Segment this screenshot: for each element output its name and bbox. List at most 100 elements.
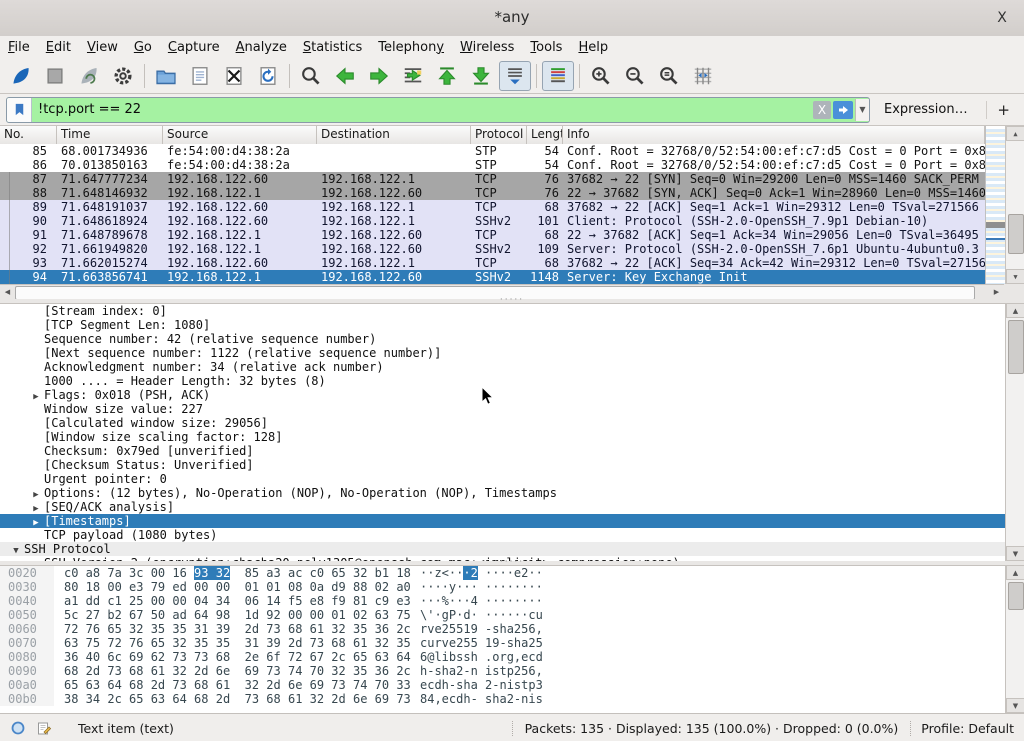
packet-row[interactable]: 8670.013850163fe:54:00:d4:38:2aSTP54Conf…	[0, 158, 985, 172]
menu-edit[interactable]: Edit	[38, 38, 79, 57]
packet-row[interactable]: 9071.648618924192.168.122.60192.168.122.…	[0, 214, 985, 228]
hex-row[interactable]: 009068 2d 73 68 61 32 2d 6e 69 73 74 70 …	[0, 664, 1024, 678]
menu-capture[interactable]: Capture	[160, 38, 228, 57]
scroll-up-icon[interactable]: ▲	[1006, 126, 1024, 141]
expert-info-icon[interactable]	[10, 720, 26, 736]
detail-row[interactable]: Acknowledgment number: 34 (relative ack …	[0, 360, 1005, 374]
menu-file[interactable]: File	[0, 38, 38, 57]
scroll-down-icon[interactable]: ▼	[1006, 546, 1024, 561]
colorize-icon[interactable]	[542, 61, 574, 91]
auto-scroll-icon[interactable]	[499, 61, 531, 91]
zoom-in-icon[interactable]	[585, 61, 617, 91]
details-scrollbar[interactable]: ▲ ▼	[1005, 303, 1024, 561]
filter-bookmark-icon[interactable]	[7, 98, 32, 122]
hex-row[interactable]: 0040a1 dd c1 25 00 00 04 34 06 14 f5 e8 …	[0, 594, 1024, 608]
hscroll-thumb[interactable]	[15, 286, 975, 300]
hex-row[interactable]: 007063 75 72 76 65 32 35 35 31 39 2d 73 …	[0, 636, 1024, 650]
menu-view[interactable]: View	[79, 38, 126, 57]
scroll-thumb[interactable]	[1008, 214, 1024, 254]
detail-row[interactable]: Window size value: 227	[0, 402, 1005, 416]
column-header-info[interactable]: Info	[563, 126, 985, 144]
last-packet-icon[interactable]	[465, 61, 497, 91]
detail-row[interactable]: [Stream index: 0]	[0, 304, 1005, 318]
scroll-down-icon[interactable]: ▼	[1006, 269, 1024, 284]
display-filter-input[interactable]	[32, 99, 813, 121]
packet-list-minimap[interactable]	[985, 126, 1005, 284]
detail-row[interactable]: Sequence number: 42 (relative sequence n…	[0, 332, 1005, 346]
column-header-time[interactable]: Time	[57, 126, 163, 144]
start-capture-icon[interactable]	[5, 61, 37, 91]
detail-row[interactable]: [Window size scaling factor: 128]	[0, 430, 1005, 444]
expression-button[interactable]: Expression…	[884, 102, 968, 117]
menu-go[interactable]: Go	[126, 38, 160, 57]
detail-row[interactable]: [Checksum Status: Unverified]	[0, 458, 1005, 472]
detail-row[interactable]: ▶Flags: 0x018 (PSH, ACK)	[0, 388, 1005, 402]
close-file-icon[interactable]	[218, 61, 250, 91]
column-header-proto[interactable]: Protocol	[471, 126, 527, 144]
scroll-thumb[interactable]	[1008, 320, 1024, 374]
packet-row[interactable]: 9271.661949820192.168.122.1192.168.122.6…	[0, 242, 985, 256]
scroll-thumb[interactable]	[1008, 582, 1024, 610]
hex-row[interactable]: 008036 40 6c 69 62 73 73 68 2e 6f 72 67 …	[0, 650, 1024, 664]
tree-expanded-icon[interactable]: ▼	[8, 544, 24, 556]
capture-options-icon[interactable]	[107, 61, 139, 91]
save-file-icon[interactable]	[184, 61, 216, 91]
scroll-up-icon[interactable]: ▲	[1006, 303, 1024, 318]
next-packet-icon[interactable]	[363, 61, 395, 91]
menu-telephony[interactable]: Telephony	[370, 38, 452, 57]
detail-row[interactable]: ▶[Timestamps]	[0, 514, 1005, 528]
restart-capture-icon[interactable]	[73, 61, 105, 91]
detail-row[interactable]: Urgent pointer: 0	[0, 472, 1005, 486]
filter-history-dropdown[interactable]: ▼	[855, 99, 869, 121]
scroll-up-icon[interactable]: ▲	[1006, 565, 1024, 580]
detail-row[interactable]: ▼SSH Protocol	[0, 542, 1005, 556]
tree-collapsed-icon[interactable]: ▶	[28, 488, 44, 500]
menu-help[interactable]: Help	[570, 38, 616, 57]
column-header-dst[interactable]: Destination	[317, 126, 471, 144]
close-icon[interactable]: X	[992, 8, 1012, 28]
tree-collapsed-icon[interactable]: ▶	[28, 516, 44, 528]
tree-collapsed-icon[interactable]: ▶	[28, 502, 44, 514]
column-header-no[interactable]: No.	[0, 126, 57, 144]
hex-row[interactable]: 003080 18 00 e3 79 ed 00 00 01 01 08 0a …	[0, 580, 1024, 594]
first-packet-icon[interactable]	[431, 61, 463, 91]
column-header-src[interactable]: Source	[163, 126, 317, 144]
stop-capture-icon[interactable]	[39, 61, 71, 91]
detail-row[interactable]: [Next sequence number: 1122 (relative se…	[0, 346, 1005, 360]
hex-row[interactable]: 006072 76 65 32 35 35 31 39 2d 73 68 61 …	[0, 622, 1024, 636]
packet-row[interactable]: 9371.662015274192.168.122.60192.168.122.…	[0, 256, 985, 270]
detail-row[interactable]: ▶[SEQ/ACK analysis]	[0, 500, 1005, 514]
detail-row[interactable]: 1000 .... = Header Length: 32 bytes (8)	[0, 374, 1005, 388]
capture-comment-icon[interactable]	[36, 720, 52, 736]
hex-row[interactable]: 0020c0 a8 7a 3c 00 16 93 32 85 a3 ac c0 …	[0, 566, 1024, 580]
menu-tools[interactable]: Tools	[522, 38, 570, 57]
column-header-len[interactable]: Length	[527, 126, 563, 144]
detail-row[interactable]: TCP payload (1080 bytes)	[0, 528, 1005, 542]
profile-status[interactable]: Profile: Default	[910, 721, 1024, 736]
zoom-original-icon[interactable]	[653, 61, 685, 91]
packet-row[interactable]: 9471.663856741192.168.122.1192.168.122.6…	[0, 270, 985, 284]
scroll-left-icon[interactable]: ◀	[0, 285, 15, 299]
packet-row[interactable]: 8971.648191037192.168.122.60192.168.122.…	[0, 200, 985, 214]
hex-row[interactable]: 00505c 27 b2 67 50 ad 64 98 1d 92 00 00 …	[0, 608, 1024, 622]
filter-apply-icon[interactable]	[833, 101, 853, 119]
detail-row[interactable]: [TCP Segment Len: 1080]	[0, 318, 1005, 332]
detail-row[interactable]: [Calculated window size: 29056]	[0, 416, 1005, 430]
packet-row[interactable]: 8871.648146932192.168.122.1192.168.122.6…	[0, 186, 985, 200]
zoom-out-icon[interactable]	[619, 61, 651, 91]
menu-wireless[interactable]: Wireless	[452, 38, 522, 57]
filter-add-button[interactable]: +	[986, 101, 1010, 119]
find-packet-icon[interactable]	[295, 61, 327, 91]
packet-row[interactable]: 8568.001734936fe:54:00:d4:38:2aSTP54Conf…	[0, 144, 985, 158]
scroll-right-icon[interactable]: ▶	[989, 285, 1004, 299]
packet-row[interactable]: 9171.648789678192.168.122.1192.168.122.6…	[0, 228, 985, 242]
packet-list-scrollbar[interactable]: ▲ ▼	[1005, 126, 1024, 284]
resize-columns-icon[interactable]	[687, 61, 719, 91]
previous-packet-icon[interactable]	[329, 61, 361, 91]
go-to-packet-icon[interactable]	[397, 61, 429, 91]
packet-row[interactable]: 8771.647777234192.168.122.60192.168.122.…	[0, 172, 985, 186]
open-file-icon[interactable]	[150, 61, 182, 91]
hex-row[interactable]: 00a065 63 64 68 2d 73 68 61 32 2d 6e 69 …	[0, 678, 1024, 692]
tree-collapsed-icon[interactable]: ▶	[28, 390, 44, 402]
menu-analyze[interactable]: Analyze	[228, 38, 295, 57]
